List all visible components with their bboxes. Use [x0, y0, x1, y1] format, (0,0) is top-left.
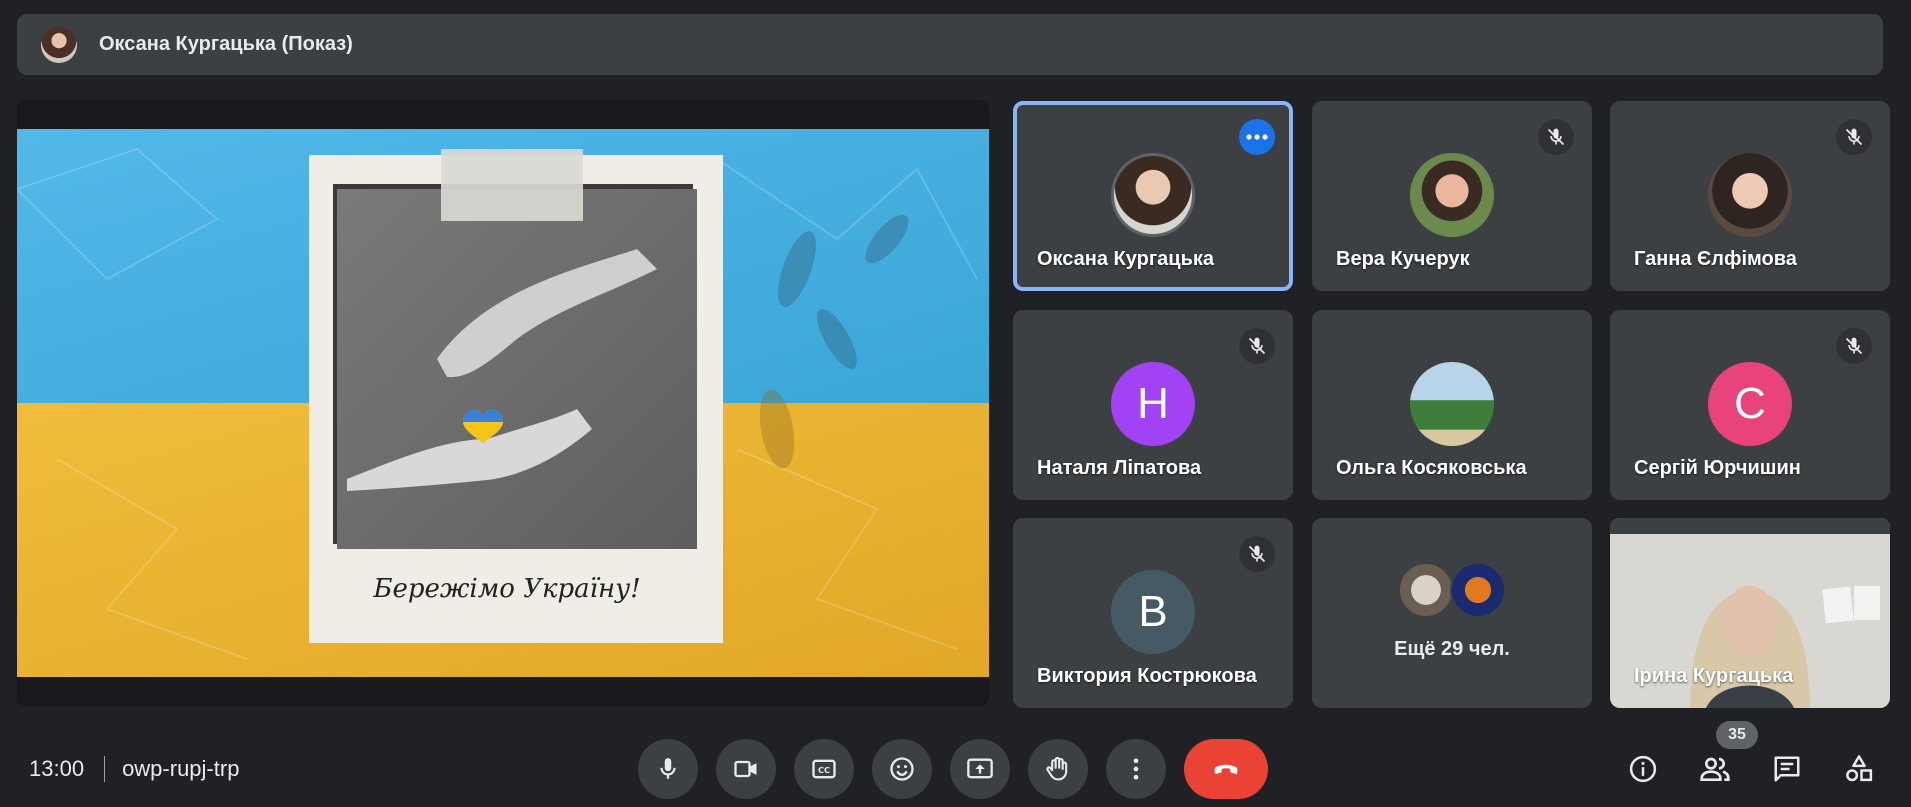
participant-name: Ольга Косяковська: [1336, 457, 1527, 479]
participant-name: Оксана Кургацька: [1037, 248, 1215, 270]
participant-video-tile[interactable]: Ірина Кургацька: [1610, 518, 1890, 708]
meeting-code: owp-rupj-trp: [122, 756, 240, 781]
participant-avatar: С: [1708, 362, 1792, 446]
participant-count-badge: 35: [1716, 721, 1758, 749]
participant-avatar: [1410, 362, 1494, 446]
present-screen-icon: [967, 758, 993, 779]
participant-avatar: [1708, 153, 1792, 237]
more-participants-tile[interactable]: Ещё 29 чел.: [1312, 518, 1592, 708]
activities-icon: [1846, 755, 1873, 782]
participant-name: Наталя Ліпатова: [1037, 457, 1202, 479]
participant-tile[interactable]: Ганна Єлфімова: [1610, 101, 1890, 291]
meeting-details-button[interactable]: [1625, 751, 1661, 787]
svg-text:CC: CC: [818, 765, 830, 775]
divider: [104, 756, 106, 782]
participant-tile[interactable]: Оксана Кургацька: [1013, 101, 1293, 291]
more-options-icon[interactable]: [1239, 119, 1275, 155]
participant-avatar: [1410, 153, 1494, 237]
presenter-bar[interactable]: Оксана Кургацька (Показ): [17, 14, 1883, 75]
clock-time: 13:00: [29, 756, 85, 781]
more-options-button[interactable]: [1106, 739, 1166, 799]
activities-button[interactable]: [1841, 751, 1877, 787]
info-icon: [1629, 755, 1657, 783]
camera-button[interactable]: [716, 739, 776, 799]
presenter-avatar: [41, 26, 77, 63]
participant-avatar: [1450, 562, 1506, 618]
participant-tile[interactable]: Н Наталя Ліпатова: [1013, 310, 1293, 500]
emoji-button[interactable]: [872, 739, 932, 799]
chat-button[interactable]: [1769, 751, 1805, 787]
bottom-toolbar: 13:00 owp-rupj-trp CC: [0, 730, 1911, 807]
captions-icon: CC: [812, 759, 836, 779]
present-button[interactable]: [950, 739, 1010, 799]
participant-tile[interactable]: С Сергій Юрчишин: [1610, 310, 1890, 500]
mic-off-icon: [1836, 119, 1872, 155]
mic-off-icon: [1836, 328, 1872, 364]
presentation-stage[interactable]: Бережімо Україну!: [17, 100, 989, 706]
more-participants-label: Ещё 29 чел.: [1394, 638, 1510, 660]
presenter-name: Оксана Кургацька (Показ): [99, 33, 353, 55]
camera-icon: [734, 760, 757, 778]
raise-hand-icon: [1046, 756, 1068, 781]
meeting-info: 13:00 owp-rupj-trp: [29, 756, 239, 782]
emoji-icon: [890, 757, 914, 781]
participant-tile[interactable]: Ольга Косяковська: [1312, 310, 1592, 500]
participant-avatar: [1111, 153, 1195, 237]
participant-name: Ганна Єлфімова: [1634, 248, 1797, 270]
chat-icon: [1774, 756, 1800, 782]
end-call-icon: [1214, 764, 1238, 774]
people-icon: [1700, 757, 1730, 781]
participant-tile[interactable]: В Виктория Кострюкова: [1013, 518, 1293, 708]
participant-avatar: Н: [1111, 362, 1195, 446]
mic-button[interactable]: [638, 739, 698, 799]
captions-button[interactable]: CC: [794, 739, 854, 799]
participant-avatar: В: [1111, 570, 1195, 654]
participant-name: Виктория Кострюкова: [1037, 665, 1257, 687]
participant-name: Ірина Кургацька: [1634, 665, 1794, 687]
people-button[interactable]: [1697, 751, 1733, 787]
participant-avatar: [1398, 562, 1454, 618]
participant-name: Вера Кучерук: [1336, 248, 1470, 270]
more-options-icon: [1133, 758, 1139, 780]
participant-tile[interactable]: Вера Кучерук: [1312, 101, 1592, 291]
participant-name: Сергій Юрчишин: [1634, 457, 1801, 479]
end-call-button[interactable]: [1184, 739, 1268, 799]
mic-icon: [660, 758, 676, 779]
mic-off-icon: [1239, 328, 1275, 364]
mic-off-icon: [1538, 119, 1574, 155]
mic-off-icon: [1239, 536, 1275, 572]
slide-caption: Бережімо Україну!: [372, 574, 640, 604]
raise-hand-button[interactable]: [1028, 739, 1088, 799]
shared-slide: Бережімо Україну!: [17, 129, 989, 677]
